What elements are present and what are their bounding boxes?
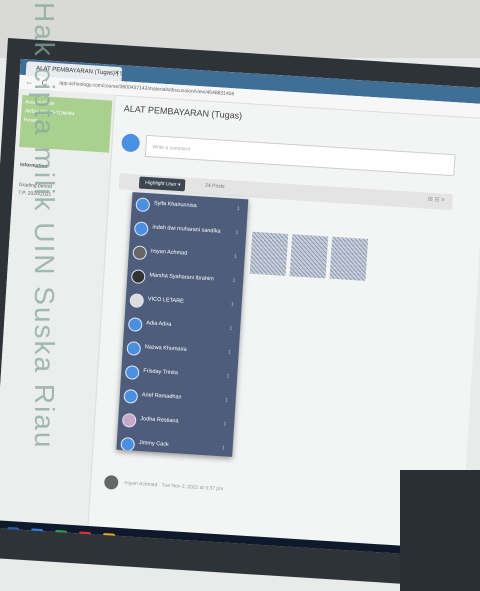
user-name: Marsha Syaharani Ibrahim <box>149 272 214 283</box>
view-options-icon[interactable]: ⊞ ⊟ ≡ <box>428 196 445 204</box>
reply-avatar <box>103 474 119 490</box>
post-count: 1 <box>229 325 233 332</box>
user-avatar <box>133 221 149 237</box>
user-name: Adia Adira <box>146 320 172 328</box>
user-name: Nazwa Khumaira <box>144 344 187 353</box>
user-avatar <box>120 436 136 452</box>
start-icon[interactable] <box>6 526 20 540</box>
post-count: 1 <box>226 373 230 380</box>
user-avatar <box>124 365 140 380</box>
user-name: Jimmy Cack <box>138 440 169 448</box>
attachment-thumbnail[interactable] <box>289 234 329 279</box>
user-avatar <box>135 197 151 213</box>
attachment-thumbnail[interactable] <box>249 231 289 276</box>
user-avatar <box>129 293 145 309</box>
chrome-icon[interactable] <box>78 531 92 545</box>
user-name: Jodha Restiana <box>140 416 179 425</box>
user-avatar <box>121 133 141 153</box>
post-count: 1 <box>232 277 236 284</box>
tab-close-icon[interactable]: × <box>114 67 120 81</box>
user-avatar <box>130 269 146 285</box>
user-avatar <box>132 245 148 261</box>
post-count: 1 <box>221 445 225 452</box>
user-name: Irsyan Achmad <box>150 248 188 257</box>
comment-input[interactable]: Write a comment <box>144 134 456 177</box>
post-count: 1 <box>236 205 240 212</box>
highlight-user-button[interactable]: Highlight User ▾ <box>138 176 186 192</box>
excel-icon[interactable] <box>54 529 68 543</box>
post-count: 1 <box>233 253 237 260</box>
posts-count: 24 Posts <box>204 182 225 190</box>
user-name: Arief Ramadhan <box>141 392 182 401</box>
page-title: ALAT PEMBAYARAN (Tugas) <box>123 103 243 121</box>
browser-icon[interactable] <box>30 528 44 542</box>
post-count: 1 <box>230 301 234 308</box>
user-avatar <box>127 317 143 332</box>
post-count: 1 <box>224 397 228 404</box>
user-avatar <box>126 341 142 356</box>
user-name: VICO LETARE <box>147 296 184 305</box>
attachment-thumbnail[interactable] <box>329 236 369 281</box>
reply-meta: Irsyan Achmad · Tue Nov 2, 2021 at 5:37 … <box>124 480 224 493</box>
user-name: indah dwi muharani sandika <box>152 224 221 235</box>
user-avatar <box>121 412 137 428</box>
user-name: Frisday Trinita <box>143 368 179 377</box>
post-count: 1 <box>227 349 231 356</box>
folder-icon[interactable] <box>102 532 116 546</box>
post-count: 1 <box>235 229 239 236</box>
watermark-text: Hak cipta milik UIN Suska Riau <box>29 2 60 450</box>
user-avatar <box>123 388 139 404</box>
highlight-user-dropdown: Syifa Khairunnisa 1 indah dwi muharani s… <box>116 192 249 457</box>
post-count: 1 <box>223 421 227 428</box>
photo-background: ALAT PEMBAYARAN (Tugas) | Sc × ← C app.s… <box>0 0 480 591</box>
monitor-stand-shadow <box>400 470 480 591</box>
user-name: Syifa Khairunnisa <box>153 200 197 210</box>
